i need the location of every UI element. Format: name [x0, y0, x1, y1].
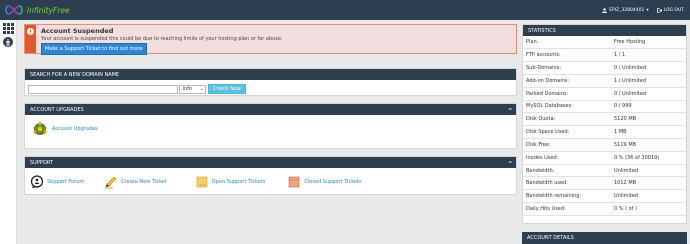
- statistics-table: Plan: Free Hosting FTP accounts: 1 / 1 Sub…: [523, 36, 686, 216]
- apps-grid-icon[interactable]: [2, 23, 14, 34]
- support-forum-link: Support Forum: [47, 179, 85, 185]
- stat-label: Inodes Used:: [523, 151, 614, 165]
- alert-icon-strip: [25, 25, 36, 53]
- download-icon[interactable]: [3, 37, 13, 47]
- stat-value: 0 / 999: [614, 100, 686, 114]
- table-row: Bandwidth used: 1012 MB: [523, 176, 686, 191]
- stat-value: 0 % ( of ): [614, 202, 686, 216]
- stat-value: 0 / Unlimited: [614, 87, 686, 101]
- account-details-title: ACCOUNT DETAILS: [527, 235, 574, 241]
- tld-select[interactable]: .info ⌄: [179, 84, 206, 94]
- create-ticket-item[interactable]: Create New Ticket: [104, 175, 167, 189]
- open-tickets-link: Open Support Tickets: [211, 179, 266, 185]
- support-forum-item[interactable]: Support Forum: [30, 175, 84, 189]
- username: EPIZ_32804401: [609, 7, 645, 13]
- logo[interactable]: InfinityFree: [4, 4, 70, 16]
- chat-bubble-icon: [30, 175, 44, 189]
- table-row: MySQL Databases: 0 / 999: [523, 100, 686, 114]
- upgrade-badge-icon: [33, 121, 47, 135]
- open-tickets-item[interactable]: Open Support Tickets: [195, 175, 266, 189]
- collapse-button[interactable]: –: [509, 159, 513, 166]
- stat-label: Daily Hits Used:: [523, 202, 614, 216]
- stat-value: Unlimited: [614, 189, 686, 204]
- stat-label: FTP accounts:: [523, 48, 614, 63]
- table-row: Plan: Free Hosting: [523, 36, 686, 50]
- select-arrow-icon: ⌄: [199, 86, 204, 92]
- account-details-header[interactable]: ACCOUNT DETAILS: [522, 232, 687, 244]
- collapse-button[interactable]: –: [509, 106, 513, 113]
- stat-value: 1 / 1: [614, 48, 686, 63]
- stat-value: 0 / Unlimited: [614, 61, 686, 75]
- stat-value: 5120 MB: [614, 112, 686, 127]
- statistics-title: STATISTICS: [528, 27, 556, 34]
- user-menu[interactable]: EPIZ_32804401 ▾: [602, 7, 649, 13]
- account-upgrades-panel: ACCOUNT UPGRADES – Account Upgrades: [24, 103, 517, 149]
- stat-label: Bandwidth used:: [523, 176, 614, 191]
- side-nav: [0, 20, 17, 244]
- stat-value: 1012 MB: [614, 176, 686, 191]
- stat-label: Bandwidth:: [523, 164, 614, 178]
- caret-down-icon: ▾: [646, 7, 649, 13]
- domain-search-header: SEARCH FOR A NEW DOMAIN NAME: [25, 69, 516, 80]
- stat-value: 0 % (36 of 30019): [614, 151, 686, 165]
- statistics-panel: STATISTICS Plan: Free Hosting FTP account…: [522, 24, 687, 224]
- table-row: Daily Hits Used: 0 % ( of ): [523, 202, 686, 216]
- logo-text: InfinityFree: [27, 5, 70, 15]
- stat-label: Bandwidth remaining:: [523, 189, 614, 204]
- account-upgrades-link: Account Upgrades: [52, 125, 98, 132]
- suspension-alert: Account Suspended Your account is suspen…: [24, 24, 517, 55]
- table-row: Disk Free: 5119 MB: [523, 138, 686, 152]
- stat-value: Free Hosting: [614, 36, 686, 50]
- stat-value: 1 / Unlimited: [614, 74, 686, 88]
- support-panel: SUPPORT – Support Forum Create New Ticke…: [24, 156, 517, 195]
- open-ticket-icon: [196, 176, 208, 188]
- table-row: Add-on Domains: 1 / Unlimited: [523, 74, 686, 88]
- domain-search-title: SEARCH FOR A NEW DOMAIN NAME: [30, 71, 120, 78]
- table-row: Bandwidth remaining: Unlimited: [523, 189, 686, 204]
- stat-label: Disk Free:: [523, 138, 614, 152]
- infinity-logo-icon: [5, 5, 23, 15]
- domain-search-input[interactable]: [28, 84, 178, 94]
- alert-message: Your account is suspended this could be …: [41, 36, 283, 42]
- account-upgrades-title: ACCOUNT UPGRADES: [30, 106, 84, 113]
- support-title: SUPPORT: [30, 159, 53, 166]
- user-icon: [602, 7, 608, 13]
- stat-label: Disk Space Used:: [523, 125, 614, 139]
- tld-value: .info: [181, 86, 192, 92]
- statistics-header: STATISTICS: [523, 25, 686, 36]
- closed-tickets-link: Closed Support Tickets: [304, 179, 362, 185]
- stat-label: Disk Quota:: [523, 112, 614, 127]
- closed-ticket-icon: [289, 176, 300, 188]
- logout-link[interactable]: LOG OUT: [656, 7, 684, 13]
- create-ticket-link: Create New Ticket: [121, 179, 167, 185]
- stat-value: 1 MB: [614, 125, 686, 139]
- table-row: Bandwidth: Unlimited: [523, 164, 686, 178]
- stat-label: MySQL Databases:: [523, 100, 614, 114]
- support-ticket-button[interactable]: Make a Support Ticket to find out more: [41, 43, 147, 55]
- stat-value: Unlimited: [614, 164, 686, 178]
- account-upgrades-header: ACCOUNT UPGRADES –: [25, 104, 516, 115]
- domain-search-panel: SEARCH FOR A NEW DOMAIN NAME .info ⌄ Che…: [24, 68, 517, 96]
- logout-label: LOG OUT: [663, 7, 684, 13]
- support-header: SUPPORT –: [25, 157, 516, 168]
- alert-title: Account Suspended: [41, 27, 114, 35]
- closed-tickets-item[interactable]: Closed Support Tickets: [287, 175, 362, 189]
- table-row: Sub-Domains: 0 / Unlimited: [523, 61, 686, 75]
- stat-label: Add-on Domains:: [523, 74, 614, 88]
- pencil-icon: [105, 176, 117, 189]
- table-row: FTP accounts: 1 / 1: [523, 48, 686, 63]
- warning-icon: [27, 28, 34, 35]
- table-row: Disk Quota: 5120 MB: [523, 112, 686, 127]
- stat-label: Parked Domains:: [523, 87, 614, 101]
- account-upgrades-item[interactable]: Account Upgrades: [31, 120, 516, 137]
- table-row: Disk Space Used: 1 MB: [523, 125, 686, 139]
- top-navbar: InfinityFree EPIZ_32804401 ▾ LOG OUT: [0, 0, 690, 20]
- table-row: Inodes Used: 0 % (36 of 30019): [523, 151, 686, 165]
- table-row: Parked Domains: 0 / Unlimited: [523, 87, 686, 101]
- stat-label: Sub-Domains:: [523, 61, 614, 75]
- stat-label: Plan:: [523, 36, 614, 50]
- logout-icon: [656, 7, 662, 13]
- check-now-button[interactable]: Check Now: [208, 84, 246, 94]
- stat-value: 5119 MB: [614, 138, 686, 152]
